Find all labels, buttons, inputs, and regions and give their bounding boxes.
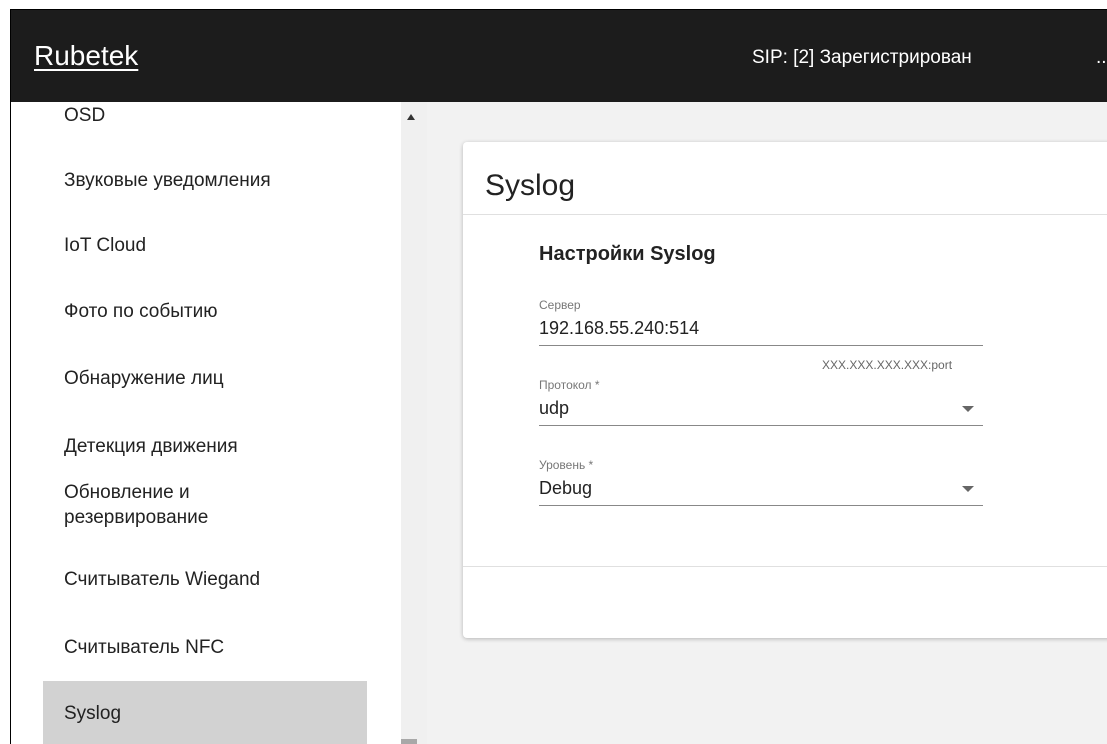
field-underline bbox=[539, 425, 983, 426]
sip-status-text: SIP: [2] Зарегистрирован bbox=[752, 47, 972, 68]
server-hint: XXX.XXX.XXX.XXX:port bbox=[822, 358, 953, 372]
chevron-up-icon[interactable] bbox=[407, 114, 415, 120]
protocol-value: udp bbox=[539, 398, 570, 418]
sidebar-item-nfc-reader[interactable]: Считыватель NFC bbox=[64, 635, 224, 660]
syslog-card: Syslog Настройки Syslog Сервер 192.168.5… bbox=[463, 142, 1107, 638]
field-underline bbox=[539, 505, 983, 506]
sidebar-item-label: Обновление и bbox=[64, 482, 190, 503]
dropdown-arrow-icon[interactable] bbox=[962, 406, 974, 412]
brand-logo-link[interactable]: Rubetek bbox=[34, 40, 138, 72]
page-title: Syslog bbox=[485, 169, 576, 202]
sidebar-item-syslog[interactable]: Syslog bbox=[43, 681, 367, 744]
server-label: Сервер bbox=[539, 298, 581, 312]
sidebar-item-motion-detection[interactable]: Детекция движения bbox=[64, 434, 238, 459]
section-title: Настройки Syslog bbox=[539, 243, 716, 265]
sidebar-item-label: Syslog bbox=[64, 703, 122, 724]
sidebar-item-face-detection[interactable]: Обнаружение лиц bbox=[64, 366, 224, 391]
sidebar-item-label: резервирование bbox=[64, 507, 209, 528]
protocol-label: Протокол * bbox=[539, 378, 600, 392]
sidebar-item-update-backup[interactable]: Обновление и резервирование bbox=[64, 480, 208, 530]
sidebar-item-iot-cloud[interactable]: IoT Cloud bbox=[64, 233, 146, 258]
divider bbox=[463, 214, 1107, 215]
level-label: Уровень * bbox=[539, 458, 594, 472]
scrollbar-thumb[interactable] bbox=[401, 739, 417, 744]
sidebar-nav: OSD Звуковые уведомления IoT Cloud Фото … bbox=[11, 102, 401, 744]
dropdown-arrow-icon[interactable] bbox=[962, 486, 974, 492]
field-underline bbox=[539, 345, 983, 346]
server-input[interactable]: 192.168.55.240:514 bbox=[539, 318, 699, 339]
app-window: Rubetek SIP: [2] Зарегистрирован .. OSD … bbox=[10, 9, 1107, 744]
card-footer-divider bbox=[463, 566, 1107, 567]
sidebar-item-sound-notifications[interactable]: Звуковые уведомления bbox=[64, 168, 271, 193]
sidebar-item-osd[interactable]: OSD bbox=[64, 103, 105, 128]
more-indicator[interactable]: .. bbox=[1096, 47, 1107, 69]
sidebar-item-wiegand-reader[interactable]: Считыватель Wiegand bbox=[64, 567, 260, 592]
level-value: Debug bbox=[539, 478, 593, 498]
sidebar-scrollbar[interactable] bbox=[401, 102, 427, 744]
top-bar: Rubetek SIP: [2] Зарегистрирован .. bbox=[11, 10, 1107, 102]
sidebar-item-event-photo[interactable]: Фото по событию bbox=[64, 299, 217, 324]
